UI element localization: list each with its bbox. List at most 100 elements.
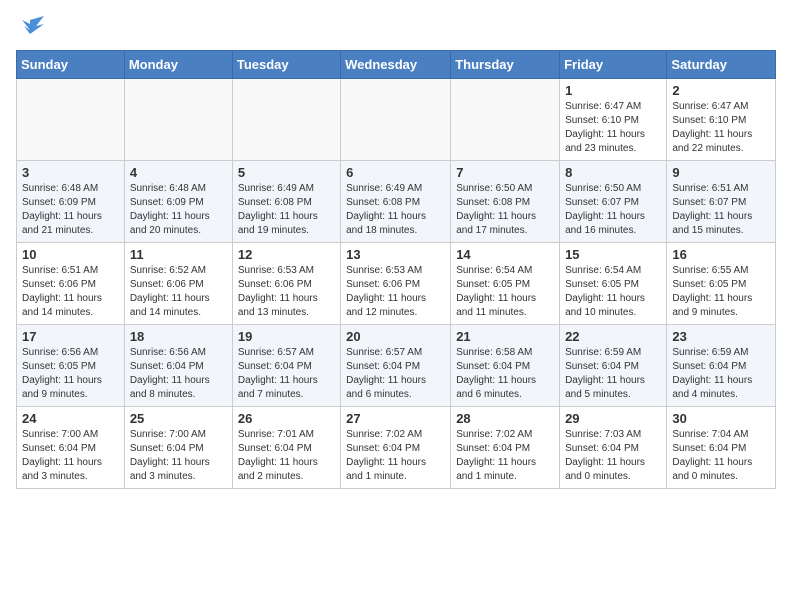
calendar-cell: 11 Sunrise: 6:52 AM Sunset: 6:06 PM Dayli…	[124, 243, 232, 325]
day-number: 11	[130, 247, 227, 262]
day-number: 22	[565, 329, 661, 344]
day-info: Sunrise: 6:56 AM Sunset: 6:04 PM Dayligh…	[130, 346, 227, 402]
day-info: Sunrise: 6:57 AM Sunset: 6:04 PM Dayligh…	[238, 346, 335, 402]
calendar-cell: 18 Sunrise: 6:56 AM Sunset: 6:04 PM Dayli…	[124, 325, 232, 407]
day-info: Sunrise: 6:59 AM Sunset: 6:04 PM Dayligh…	[565, 346, 661, 402]
day-of-week-header: Saturday	[667, 51, 776, 79]
day-number: 4	[130, 165, 227, 180]
day-info: Sunrise: 6:52 AM Sunset: 6:06 PM Dayligh…	[130, 264, 227, 320]
day-number: 17	[22, 329, 119, 344]
calendar-cell: 12Sunrise: 6:53 AM Sunset: 6:06 PM Dayli…	[232, 243, 340, 325]
calendar-cell: 13 Sunrise: 6:53 AM Sunset: 6:06 PM Dayli…	[341, 243, 451, 325]
day-number: 28	[456, 411, 554, 426]
day-number: 24	[22, 411, 119, 426]
day-number: 10	[22, 247, 119, 262]
day-info: Sunrise: 6:47 AM Sunset: 6:10 PM Dayligh…	[565, 100, 661, 156]
calendar-cell: 17 Sunrise: 6:56 AM Sunset: 6:05 PM Dayli…	[17, 325, 125, 407]
day-info: Sunrise: 6:56 AM Sunset: 6:05 PM Dayligh…	[22, 346, 119, 402]
logo	[16, 16, 48, 38]
page-header	[16, 16, 776, 38]
day-info: Sunrise: 6:54 AM Sunset: 6:05 PM Dayligh…	[565, 264, 661, 320]
day-number: 13	[346, 247, 445, 262]
calendar-cell: 25 Sunrise: 7:00 AM Sunset: 6:04 PM Dayli…	[124, 407, 232, 489]
calendar-cell: 1 Sunrise: 6:47 AM Sunset: 6:10 PM Daylig…	[560, 79, 667, 161]
day-info: Sunrise: 6:51 AM Sunset: 6:07 PM Dayligh…	[672, 182, 770, 238]
calendar-cell: 24 Sunrise: 7:00 AM Sunset: 6:04 PM Dayli…	[17, 407, 125, 489]
calendar-cell: 10 Sunrise: 6:51 AM Sunset: 6:06 PM Dayli…	[17, 243, 125, 325]
calendar-cell: 6 Sunrise: 6:49 AM Sunset: 6:08 PM Daylig…	[341, 161, 451, 243]
calendar-cell: 14Sunrise: 6:54 AM Sunset: 6:05 PM Dayli…	[451, 243, 560, 325]
calendar-cell: 29 Sunrise: 7:03 AM Sunset: 6:04 PM Dayli…	[560, 407, 667, 489]
day-number: 21	[456, 329, 554, 344]
day-of-week-header: Friday	[560, 51, 667, 79]
day-of-week-header: Sunday	[17, 51, 125, 79]
day-number: 8	[565, 165, 661, 180]
calendar-week-row: 3 Sunrise: 6:48 AM Sunset: 6:09 PM Daylig…	[17, 161, 776, 243]
calendar-header-row: SundayMondayTuesdayWednesdayThursdayFrid…	[17, 51, 776, 79]
day-info: Sunrise: 6:57 AM Sunset: 6:04 PM Dayligh…	[346, 346, 445, 402]
day-number: 18	[130, 329, 227, 344]
day-info: Sunrise: 6:53 AM Sunset: 6:06 PM Dayligh…	[238, 264, 335, 320]
day-info: Sunrise: 7:02 AM Sunset: 6:04 PM Dayligh…	[456, 428, 554, 484]
day-info: Sunrise: 6:53 AM Sunset: 6:06 PM Dayligh…	[346, 264, 445, 320]
calendar-cell: 9Sunrise: 6:51 AM Sunset: 6:07 PM Daylig…	[667, 161, 776, 243]
calendar-week-row: 10 Sunrise: 6:51 AM Sunset: 6:06 PM Dayli…	[17, 243, 776, 325]
day-info: Sunrise: 7:00 AM Sunset: 6:04 PM Dayligh…	[130, 428, 227, 484]
calendar-cell: 7Sunrise: 6:50 AM Sunset: 6:08 PM Daylig…	[451, 161, 560, 243]
day-number: 1	[565, 83, 661, 98]
day-info: Sunrise: 7:04 AM Sunset: 6:04 PM Dayligh…	[672, 428, 770, 484]
day-info: Sunrise: 6:47 AM Sunset: 6:10 PM Dayligh…	[672, 100, 770, 156]
day-info: Sunrise: 7:02 AM Sunset: 6:04 PM Dayligh…	[346, 428, 445, 484]
calendar-cell: 5 Sunrise: 6:49 AM Sunset: 6:08 PM Daylig…	[232, 161, 340, 243]
calendar-cell: 15 Sunrise: 6:54 AM Sunset: 6:05 PM Dayli…	[560, 243, 667, 325]
day-info: Sunrise: 7:00 AM Sunset: 6:04 PM Dayligh…	[22, 428, 119, 484]
day-info: Sunrise: 6:48 AM Sunset: 6:09 PM Dayligh…	[22, 182, 119, 238]
calendar-cell: 26Sunrise: 7:01 AM Sunset: 6:04 PM Dayli…	[232, 407, 340, 489]
day-number: 26	[238, 411, 335, 426]
calendar-cell	[124, 79, 232, 161]
day-number: 7	[456, 165, 554, 180]
calendar-cell: 2 Sunrise: 6:47 AM Sunset: 6:10 PM Daylig…	[667, 79, 776, 161]
day-info: Sunrise: 6:58 AM Sunset: 6:04 PM Dayligh…	[456, 346, 554, 402]
calendar-cell: 28 Sunrise: 7:02 AM Sunset: 6:04 PM Dayli…	[451, 407, 560, 489]
calendar-cell: 3 Sunrise: 6:48 AM Sunset: 6:09 PM Daylig…	[17, 161, 125, 243]
calendar-cell	[451, 79, 560, 161]
day-number: 19	[238, 329, 335, 344]
calendar-cell: 22 Sunrise: 6:59 AM Sunset: 6:04 PM Dayli…	[560, 325, 667, 407]
day-info: Sunrise: 6:49 AM Sunset: 6:08 PM Dayligh…	[238, 182, 335, 238]
calendar-cell: 19 Sunrise: 6:57 AM Sunset: 6:04 PM Dayli…	[232, 325, 340, 407]
calendar-cell: 30 Sunrise: 7:04 AM Sunset: 6:04 PM Dayli…	[667, 407, 776, 489]
calendar-week-row: 1 Sunrise: 6:47 AM Sunset: 6:10 PM Daylig…	[17, 79, 776, 161]
calendar-cell: 23 Sunrise: 6:59 AM Sunset: 6:04 PM Dayli…	[667, 325, 776, 407]
calendar-week-row: 24 Sunrise: 7:00 AM Sunset: 6:04 PM Dayli…	[17, 407, 776, 489]
day-number: 29	[565, 411, 661, 426]
day-of-week-header: Tuesday	[232, 51, 340, 79]
day-number: 14	[456, 247, 554, 262]
calendar: SundayMondayTuesdayWednesdayThursdayFrid…	[16, 50, 776, 489]
day-number: 30	[672, 411, 770, 426]
day-number: 15	[565, 247, 661, 262]
calendar-cell	[341, 79, 451, 161]
day-number: 16	[672, 247, 770, 262]
calendar-cell: 21 Sunrise: 6:58 AM Sunset: 6:04 PM Dayli…	[451, 325, 560, 407]
day-info: Sunrise: 6:50 AM Sunset: 6:07 PM Dayligh…	[565, 182, 661, 238]
day-info: Sunrise: 6:59 AM Sunset: 6:04 PM Dayligh…	[672, 346, 770, 402]
day-number: 3	[22, 165, 119, 180]
day-of-week-header: Thursday	[451, 51, 560, 79]
day-info: Sunrise: 6:49 AM Sunset: 6:08 PM Dayligh…	[346, 182, 445, 238]
day-number: 20	[346, 329, 445, 344]
day-number: 2	[672, 83, 770, 98]
day-number: 23	[672, 329, 770, 344]
day-info: Sunrise: 6:55 AM Sunset: 6:05 PM Dayligh…	[672, 264, 770, 320]
day-number: 5	[238, 165, 335, 180]
calendar-week-row: 17 Sunrise: 6:56 AM Sunset: 6:05 PM Dayli…	[17, 325, 776, 407]
day-number: 25	[130, 411, 227, 426]
day-number: 6	[346, 165, 445, 180]
calendar-cell	[232, 79, 340, 161]
day-info: Sunrise: 7:03 AM Sunset: 6:04 PM Dayligh…	[565, 428, 661, 484]
day-info: Sunrise: 6:51 AM Sunset: 6:06 PM Dayligh…	[22, 264, 119, 320]
calendar-cell: 8 Sunrise: 6:50 AM Sunset: 6:07 PM Daylig…	[560, 161, 667, 243]
day-info: Sunrise: 6:48 AM Sunset: 6:09 PM Dayligh…	[130, 182, 227, 238]
day-number: 27	[346, 411, 445, 426]
calendar-cell: 20 Sunrise: 6:57 AM Sunset: 6:04 PM Dayli…	[341, 325, 451, 407]
